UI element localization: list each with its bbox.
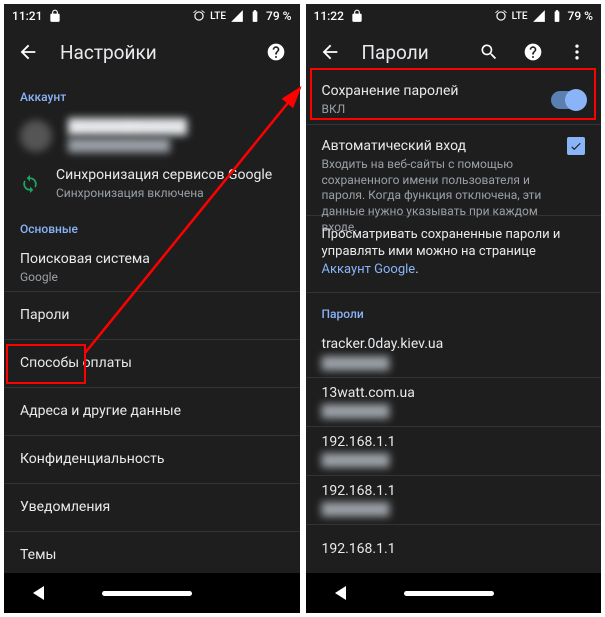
sync-title: Синхронизация сервисов Google — [56, 166, 284, 184]
account-row[interactable]: ████████████ ████████████ — [4, 112, 300, 160]
pw-user: ████████ — [322, 502, 586, 518]
payment-label: Способы оплаты — [20, 354, 284, 372]
auto-login-title: Автоматический вход — [322, 137, 552, 155]
row-save-passwords[interactable]: Сохранение паролей ВКЛ — [306, 76, 602, 125]
row-addresses[interactable]: Адреса и другие данные — [4, 388, 300, 436]
pw-user: ████████ — [322, 404, 586, 420]
nav-home[interactable] — [404, 591, 494, 596]
section-main: Основные — [4, 208, 300, 244]
status-time: 11:21 — [12, 9, 42, 23]
pw-site: 192.168.1.1 — [322, 433, 586, 451]
save-pw-title: Сохранение паролей — [322, 82, 536, 100]
help-icon — [266, 42, 286, 62]
pw-site-row[interactable]: 192.168.1.1 — [306, 525, 602, 573]
back-button[interactable] — [16, 40, 40, 64]
privacy-label: Конфиденциальность — [20, 450, 284, 468]
status-bar: 11:21 LTE 79 % — [4, 4, 300, 28]
avatar — [20, 120, 52, 152]
more-button[interactable] — [565, 40, 589, 64]
search-engine-title: Поисковая система — [20, 250, 284, 268]
search-engine-sub: Google — [20, 270, 284, 286]
battery-icon — [248, 9, 262, 23]
status-lte: LTE — [512, 11, 528, 22]
account-name: ████████████ — [68, 118, 284, 136]
settings-content: Аккаунт ████████████ ████████████ Синхро… — [4, 76, 300, 573]
page-title: Пароли — [362, 41, 458, 64]
nav-back[interactable] — [335, 586, 346, 600]
section-account: Аккаунт — [4, 76, 300, 112]
sync-icon — [20, 174, 40, 194]
status-battery: 79 % — [266, 9, 291, 23]
help-button[interactable] — [264, 40, 288, 64]
alarm-icon — [494, 9, 508, 23]
save-pw-sub: ВКЛ — [322, 102, 536, 118]
lock-icon — [48, 9, 62, 23]
more-vert-icon — [567, 42, 587, 62]
view-saved-block: Просматривать сохраненные пароли и управ… — [306, 216, 602, 294]
app-bar: Пароли — [306, 28, 602, 76]
nav-home[interactable] — [102, 591, 192, 596]
sync-sub: Синхронизация включена — [56, 186, 284, 202]
nav-bar — [4, 573, 300, 613]
arrow-back-icon — [17, 41, 39, 63]
battery-icon — [550, 9, 564, 23]
signal-icon — [230, 9, 244, 23]
status-battery: 79 % — [568, 9, 593, 23]
nav-back[interactable] — [33, 586, 44, 600]
row-payment[interactable]: Способы оплаты — [4, 340, 300, 388]
back-button[interactable] — [318, 40, 342, 64]
row-notifications[interactable]: Уведомления — [4, 484, 300, 532]
status-time: 11:22 — [314, 9, 344, 23]
pw-site: 13watt.com.ua — [322, 384, 586, 402]
phone-right: 11:22 LTE 79 % Пароли Сохранение парол — [306, 4, 602, 613]
pw-site: tracker.0day.kiev.ua — [322, 335, 586, 353]
pw-user: ████████ — [322, 356, 586, 372]
status-bar: 11:22 LTE 79 % — [306, 4, 602, 28]
pw-site-row[interactable]: 192.168.1.1 ████████ — [306, 427, 602, 476]
phone-left: 11:21 LTE 79 % Настройки Аккаунт ███████… — [4, 4, 300, 613]
notifications-label: Уведомления — [20, 498, 284, 516]
pw-site-row[interactable]: tracker.0day.kiev.ua ████████ — [306, 329, 602, 378]
view-saved-text: Просматривать сохраненные пароли и управ… — [322, 227, 561, 260]
status-lte: LTE — [210, 11, 226, 22]
google-account-link[interactable]: Аккаунт Google — [322, 262, 416, 277]
row-themes[interactable]: Темы — [4, 532, 300, 573]
themes-label: Темы — [20, 546, 284, 564]
alarm-icon — [192, 9, 206, 23]
addresses-label: Адреса и другие данные — [20, 402, 284, 420]
search-icon — [479, 42, 499, 62]
lock-icon — [350, 9, 364, 23]
row-auto-login[interactable]: Автоматический вход Входить на веб-сайты… — [306, 125, 602, 216]
sync-row[interactable]: Синхронизация сервисов Google Синхрониза… — [4, 160, 300, 208]
app-bar: Настройки — [4, 28, 300, 76]
row-search-engine[interactable]: Поисковая система Google — [4, 244, 300, 292]
row-privacy[interactable]: Конфиденциальность — [4, 436, 300, 484]
section-passwords: Пароли — [306, 293, 602, 329]
page-title: Настройки — [60, 41, 244, 64]
pw-site-row[interactable]: 13watt.com.ua ████████ — [306, 378, 602, 427]
signal-icon — [532, 9, 546, 23]
pw-site: 192.168.1.1 — [322, 482, 586, 500]
pw-user: ████████ — [322, 453, 586, 469]
search-button[interactable] — [477, 40, 501, 64]
auto-login-checkbox[interactable] — [567, 137, 585, 155]
nav-bar — [306, 573, 602, 613]
passwords-label: Пароли — [20, 306, 284, 324]
pw-site-row[interactable]: 192.168.1.1 ████████ — [306, 476, 602, 525]
help-button[interactable] — [521, 40, 545, 64]
check-icon — [569, 139, 583, 153]
arrow-back-icon — [319, 41, 341, 63]
pw-site: 192.168.1.1 — [322, 540, 586, 558]
save-pw-toggle[interactable] — [551, 91, 585, 109]
row-passwords[interactable]: Пароли — [4, 292, 300, 340]
account-email: ████████████ — [68, 138, 284, 154]
passwords-content: Сохранение паролей ВКЛ Автоматический вх… — [306, 76, 602, 573]
help-icon — [523, 42, 543, 62]
